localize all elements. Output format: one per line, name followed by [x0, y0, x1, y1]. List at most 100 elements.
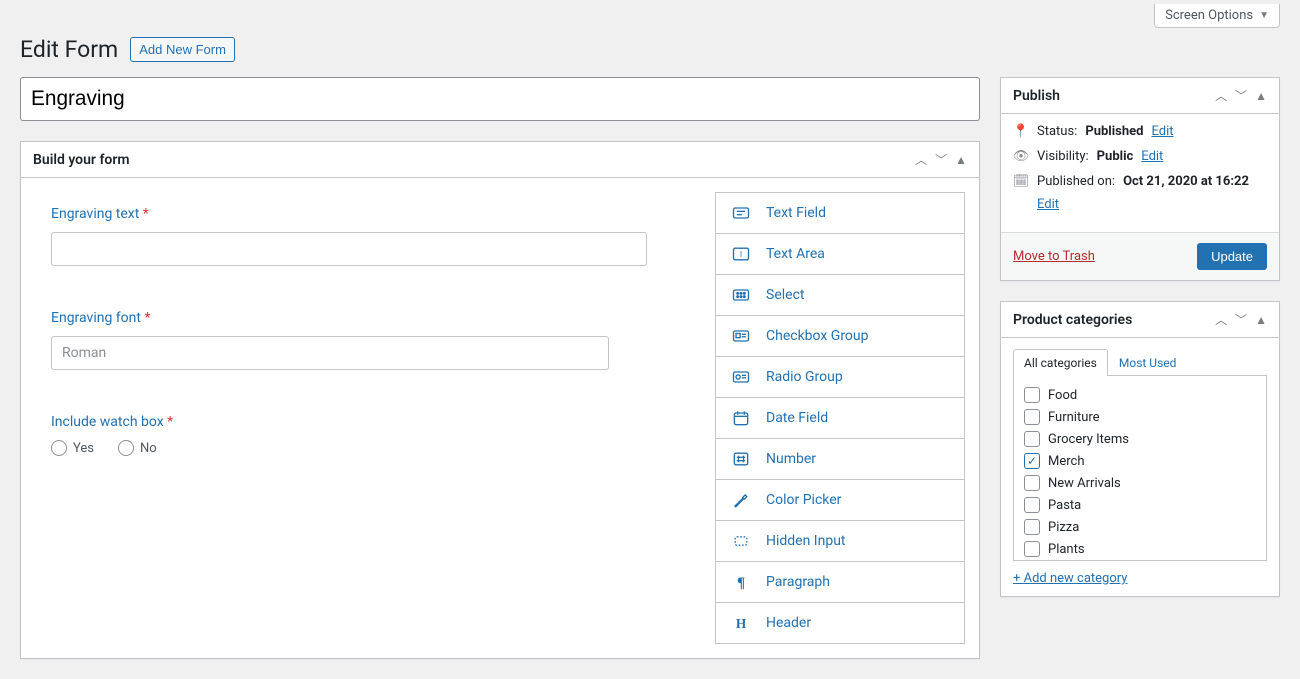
category-label: Pizza — [1048, 520, 1079, 535]
palette-item-label: Hidden Input — [766, 533, 846, 549]
field-label: Engraving font * — [51, 310, 685, 326]
svg-text:¶: ¶ — [737, 575, 745, 591]
field-engraving-text[interactable]: Engraving text * — [51, 206, 685, 266]
field-label: Engraving text * — [51, 206, 685, 222]
page-title: Edit Form — [20, 36, 118, 63]
tab-all-categories[interactable]: All categories — [1013, 349, 1108, 376]
checkbox-group-icon — [730, 326, 752, 346]
palette-item-radio-group[interactable]: Radio Group — [716, 357, 964, 398]
category-item[interactable]: New Arrivals — [1024, 472, 1256, 494]
checkbox-icon — [1024, 431, 1040, 447]
palette-item-date-field[interactable]: Date Field — [716, 398, 964, 439]
radio-option-no[interactable]: No — [118, 440, 157, 456]
date-field-icon — [730, 408, 752, 428]
radio-icon — [51, 440, 67, 456]
hidden-input-icon — [730, 531, 752, 551]
checkbox-icon — [1024, 497, 1040, 513]
triangle-up-icon[interactable]: ▲ — [1255, 314, 1267, 326]
category-label: Food — [1048, 388, 1077, 403]
category-item[interactable]: Food — [1024, 384, 1256, 406]
screen-options-label: Screen Options — [1165, 8, 1253, 23]
category-item[interactable]: Merch — [1024, 450, 1256, 472]
palette-item-select[interactable]: Select — [716, 275, 964, 316]
category-list[interactable]: Food Furniture Grocery Items MerchNew Arriv… — [1013, 376, 1267, 561]
header-icon: H — [730, 613, 752, 633]
required-star: * — [144, 310, 150, 326]
checkbox-icon — [1024, 541, 1040, 557]
tab-most-used[interactable]: Most Used — [1108, 349, 1188, 376]
form-title-input[interactable] — [20, 77, 980, 121]
palette-item-label: Select — [766, 287, 804, 303]
radio-group-icon — [730, 367, 752, 387]
select-icon — [730, 285, 752, 305]
chevron-up-icon[interactable]: ︿ — [1215, 90, 1227, 102]
category-item[interactable]: Pizza — [1024, 516, 1256, 538]
palette-item-hidden-input[interactable]: Hidden Input — [716, 521, 964, 562]
paragraph-icon: ¶ — [730, 572, 752, 592]
text-area-icon: I — [730, 244, 752, 264]
add-new-form-button[interactable]: Add New Form — [130, 37, 235, 62]
palette-item-label: Text Area — [766, 246, 825, 262]
chevron-down-icon[interactable]: ﹀ — [1235, 314, 1247, 326]
edit-status-link[interactable]: Edit — [1151, 124, 1173, 139]
field-engraving-font[interactable]: Engraving font * Roman — [51, 310, 685, 370]
visibility-row: 👁 Visibility: Public Edit — [1013, 149, 1267, 164]
palette-item-label: Color Picker — [766, 492, 841, 508]
pin-icon: 📍 — [1013, 124, 1029, 139]
build-form-panel-title: Build your form — [33, 152, 130, 168]
status-row: 📍 Status: Published Edit — [1013, 124, 1267, 139]
category-label: Grocery Items — [1048, 432, 1129, 447]
palette-item-header[interactable]: HHeader — [716, 603, 964, 643]
palette-item-label: Date Field — [766, 410, 828, 426]
category-item[interactable]: Grocery Items — [1024, 428, 1256, 450]
text-field-icon — [730, 203, 752, 223]
number-icon — [730, 449, 752, 469]
publish-panel-title: Publish — [1013, 88, 1060, 104]
add-new-category-link[interactable]: + Add new category — [1013, 571, 1127, 586]
field-watch-box[interactable]: Include watch box * Yes No — [51, 414, 685, 456]
palette-item-label: Text Field — [766, 205, 826, 221]
palette-item-text-area[interactable]: I Text Area — [716, 234, 964, 275]
calendar-icon: 🗓 — [1013, 174, 1029, 189]
required-star: * — [143, 206, 149, 222]
palette-item-text-field[interactable]: Text Field — [716, 193, 964, 234]
category-item[interactable]: Plants — [1024, 538, 1256, 560]
checkbox-icon — [1024, 519, 1040, 535]
triangle-up-icon[interactable]: ▲ — [1255, 90, 1267, 102]
chevron-up-icon[interactable]: ︿ — [1215, 314, 1227, 326]
chevron-down-icon[interactable]: ﹀ — [935, 154, 947, 166]
palette-item-color-picker[interactable]: Color Picker — [716, 480, 964, 521]
svg-text:H: H — [736, 616, 747, 631]
palette-item-checkbox-group[interactable]: Checkbox Group — [716, 316, 964, 357]
engraving-font-select[interactable]: Roman — [51, 336, 609, 370]
checkbox-icon — [1024, 409, 1040, 425]
update-button[interactable]: Update — [1197, 243, 1267, 270]
checkbox-icon — [1024, 475, 1040, 491]
category-item[interactable]: Furniture — [1024, 406, 1256, 428]
chevron-down-icon[interactable]: ﹀ — [1235, 90, 1247, 102]
form-canvas: Engraving text * Engraving font * Roman — [21, 178, 715, 658]
required-star: * — [167, 414, 173, 430]
chevron-up-icon[interactable]: ︿ — [915, 154, 927, 166]
checkbox-icon — [1024, 387, 1040, 403]
category-label: Plants — [1048, 542, 1085, 557]
category-item[interactable]: Seasonal Sale — [1024, 560, 1256, 561]
engraving-text-input[interactable] — [51, 232, 647, 266]
palette-item-number[interactable]: Number — [716, 439, 964, 480]
radio-option-yes[interactable]: Yes — [51, 440, 94, 456]
move-to-trash-link[interactable]: Move to Trash — [1013, 249, 1095, 264]
category-item[interactable]: Pasta — [1024, 494, 1256, 516]
published-on-row: 🗓 Published on: Oct 21, 2020 at 16:22 Ed… — [1013, 174, 1267, 212]
category-label: Furniture — [1048, 410, 1100, 425]
publish-panel: Publish ︿ ﹀ ▲ 📍 Status: Published Edit 👁… — [1000, 77, 1280, 281]
triangle-down-icon: ▼ — [1259, 10, 1269, 21]
palette-item-paragraph[interactable]: ¶Paragraph — [716, 562, 964, 603]
triangle-up-icon[interactable]: ▲ — [955, 154, 967, 166]
edit-visibility-link[interactable]: Edit — [1141, 149, 1163, 164]
palette-item-label: Number — [766, 451, 816, 467]
edit-date-link[interactable]: Edit — [1037, 197, 1267, 212]
palette-item-label: Checkbox Group — [766, 328, 869, 344]
screen-options-button[interactable]: Screen Options ▼ — [1154, 4, 1280, 28]
palette-item-label: Radio Group — [766, 369, 843, 385]
checkbox-icon — [1024, 453, 1040, 469]
